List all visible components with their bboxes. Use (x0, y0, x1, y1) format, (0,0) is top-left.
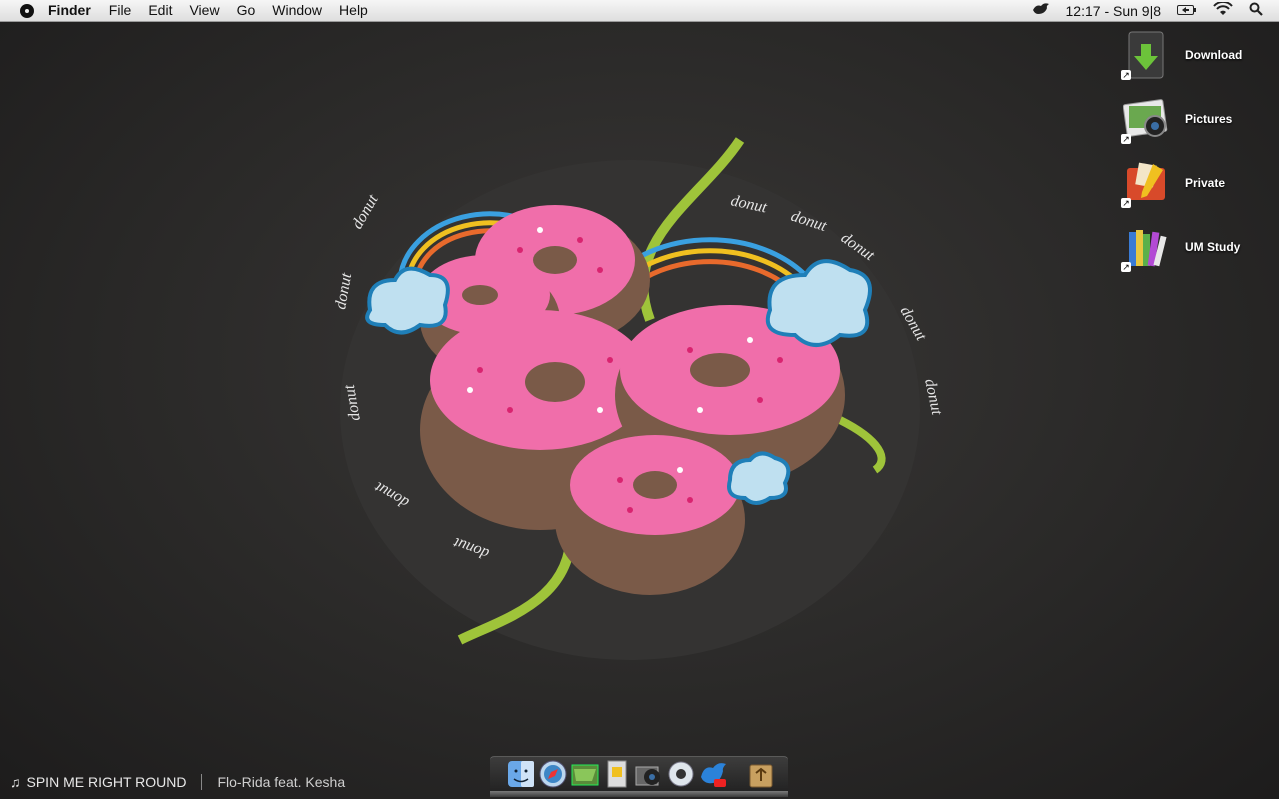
menu-app-name[interactable]: Finder (48, 0, 91, 21)
menu-edit[interactable]: Edit (148, 0, 172, 21)
iphoto-icon[interactable] (634, 759, 664, 789)
safari-icon[interactable] (538, 759, 568, 789)
desktop-item-label: Download (1185, 48, 1243, 62)
bird-icon[interactable] (1032, 2, 1050, 19)
menu-file[interactable]: File (109, 0, 132, 21)
desktop-item-pictures[interactable]: ↗ Pictures (1119, 94, 1259, 150)
preview-icon[interactable] (602, 759, 632, 789)
menu-help[interactable]: Help (339, 0, 368, 21)
desktop-item-download[interactable]: ↗ Download (1119, 30, 1259, 86)
apple-menu-icon[interactable] (20, 3, 34, 18)
twitter-icon[interactable] (698, 759, 728, 789)
dock-shelf (490, 791, 788, 797)
itunes-icon[interactable] (666, 759, 696, 789)
trash-icon[interactable] (746, 759, 776, 789)
desktop-item-private[interactable]: ↗ Private (1119, 158, 1259, 214)
desktop-item-label: Private (1185, 176, 1226, 190)
now-playing-widget[interactable]: ♫ SPIN ME RIGHT ROUND Flo-Rida feat. Kes… (10, 772, 345, 792)
wifi-icon[interactable] (1213, 0, 1233, 19)
wallpaper-text: donut (921, 377, 945, 417)
divider (201, 774, 203, 790)
finder-icon[interactable] (506, 759, 536, 789)
alias-arrow-icon: ↗ (1121, 134, 1131, 144)
wallpaper-text: donut (332, 271, 355, 310)
dock (490, 756, 788, 797)
menu-bar: Finder File Edit View Go Window Help 12:… (0, 0, 1279, 22)
clock[interactable]: 12:17 - Sun 9|8 (1066, 3, 1161, 19)
alias-arrow-icon: ↗ (1121, 70, 1131, 80)
battery-icon[interactable] (1177, 3, 1197, 19)
desktop-item-um-study[interactable]: ↗ UM Study (1119, 222, 1259, 278)
alias-arrow-icon: ↗ (1121, 262, 1131, 272)
spotlight-search-icon[interactable] (1249, 2, 1263, 19)
menu-go[interactable]: Go (237, 0, 256, 21)
alias-arrow-icon: ↗ (1121, 198, 1131, 208)
mail-icon[interactable] (570, 759, 600, 789)
desktop-item-label: UM Study (1185, 240, 1241, 254)
donut-wallpaper-art: donut donut donut donut donut donut donu… (332, 137, 945, 660)
wallpaper-text: donut (349, 191, 382, 232)
menu-view[interactable]: View (189, 0, 219, 21)
music-note-icon: ♫ (10, 774, 21, 790)
song-title: SPIN ME RIGHT ROUND (26, 774, 187, 790)
menu-extras: 12:17 - Sun 9|8 (1032, 0, 1279, 21)
desktop-item-label: Pictures (1185, 112, 1233, 126)
song-artist: Flo-Rida feat. Kesha (217, 774, 346, 790)
menu-window[interactable]: Window (272, 0, 322, 21)
